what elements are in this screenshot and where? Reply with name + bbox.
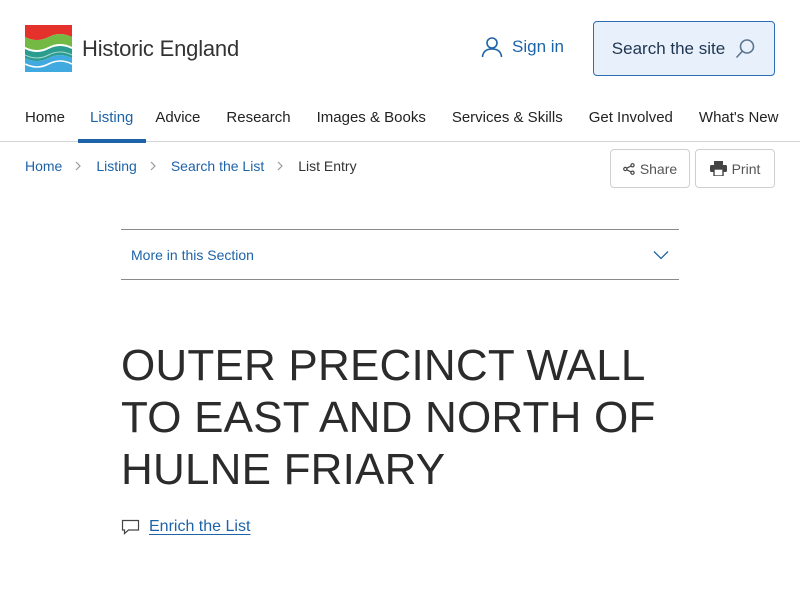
historic-england-logo-icon (25, 25, 72, 72)
speech-bubble-icon (121, 519, 140, 535)
search-label: Search the site (611, 38, 726, 58)
share-button[interactable]: Share (610, 149, 690, 188)
breadcrumb: Home Listing Search the List List Entry (25, 158, 357, 174)
sign-in-link[interactable]: Sign in (481, 36, 564, 58)
page-title: OUTER PRECINCT WALL TO EAST AND NORTH OF… (121, 341, 656, 494)
nav-item-get-involved[interactable]: Get Involved (589, 104, 673, 142)
chevron-right-icon (75, 161, 82, 171)
site-logo[interactable]: Historic England (25, 25, 239, 72)
section-menu-label: More in this Section (131, 246, 254, 263)
search-button[interactable]: Search the site (593, 21, 775, 76)
breadcrumb-search-the-list[interactable]: Search the List (171, 158, 264, 174)
print-button[interactable]: Print (695, 149, 775, 188)
nav-item-services-skills[interactable]: Services & Skills (452, 104, 563, 142)
brand-name: Historic England (82, 35, 239, 61)
printer-icon (709, 161, 727, 176)
breadcrumb-home[interactable]: Home (25, 158, 62, 174)
nav-item-images-books[interactable]: Images & Books (317, 104, 426, 142)
nav-item-advice[interactable]: Advice (155, 104, 200, 142)
section-menu-toggle[interactable]: More in this Section (121, 229, 679, 280)
breadcrumb-listing[interactable]: Listing (96, 158, 136, 174)
share-icon (622, 162, 635, 175)
enrich-the-list[interactable]: Enrich the List (121, 518, 250, 536)
chevron-down-icon (653, 250, 669, 259)
nav-item-home[interactable]: Home (25, 104, 65, 142)
main-nav: Home Listing Advice Research Images & Bo… (25, 104, 778, 143)
sign-in-label: Sign in (512, 37, 564, 56)
search-icon (736, 39, 755, 59)
nav-item-research[interactable]: Research (226, 104, 290, 142)
breadcrumb-current: List Entry (298, 158, 357, 174)
enrich-the-list-link[interactable]: Enrich the List (149, 518, 250, 536)
nav-item-listing[interactable]: Listing (77, 104, 147, 143)
user-icon (481, 37, 503, 58)
chevron-right-icon (277, 161, 284, 171)
nav-item-whats-new[interactable]: What's New (699, 104, 779, 142)
share-label: Share (639, 160, 678, 177)
print-label: Print (731, 160, 761, 177)
chevron-right-icon (150, 161, 156, 171)
